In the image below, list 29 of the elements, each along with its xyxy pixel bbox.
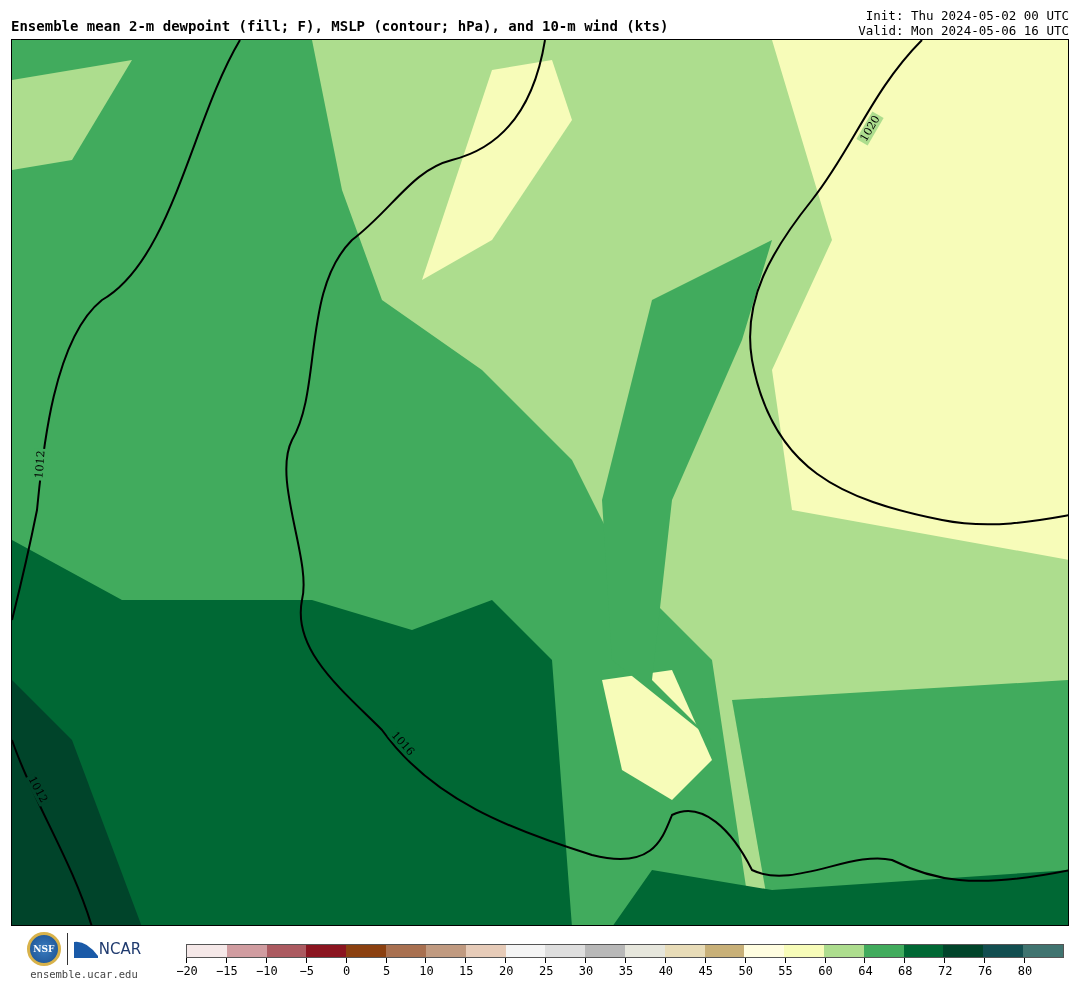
ncar-emblem-icon	[73, 940, 98, 958]
colorbar-label: 80	[1017, 964, 1033, 978]
colorbar-label: 72	[938, 964, 953, 978]
colorbar-label: 68	[898, 964, 913, 978]
colorbar-label: 76	[977, 964, 993, 978]
colorbar-label: 20	[499, 964, 514, 978]
website-url: ensemble.ucar.edu	[30, 968, 138, 980]
init-time: Init: Thu 2024-05-02 00 UTC	[865, 8, 1069, 23]
colorbar-label: 64	[858, 964, 873, 978]
colorbar-label: −20	[176, 964, 198, 978]
colorbar-label: 25	[538, 964, 554, 978]
valid-time: Valid: Mon 2024-05-06 16 UTC	[858, 23, 1069, 38]
colorbar-label: 15	[459, 964, 474, 978]
ncar-logo: NCAR	[98, 940, 142, 958]
colorbar-label: −10	[255, 964, 278, 978]
colorbar-label: 5	[382, 964, 391, 978]
colorbar-label: 45	[698, 964, 713, 978]
colorbar-label: −5	[299, 964, 314, 978]
colorbar-label: 10	[419, 964, 434, 978]
colorbar-label: 35	[618, 964, 634, 978]
colorbar-label: −15	[216, 964, 238, 978]
colorbar-label: 55	[778, 964, 793, 978]
chart-title: Ensemble mean 2-m dewpoint (fill; F), MSLP (contour; hPa), and 10-m wind (kts)	[11, 18, 669, 36]
colorbar-label: 30	[578, 964, 594, 978]
colorbar-label: 0	[343, 964, 351, 978]
nsf-logo: NSF	[26, 932, 61, 966]
colorbar-label: 50	[738, 964, 753, 978]
colorbar-label: 60	[818, 964, 833, 978]
colorbar-label: 40	[658, 964, 674, 978]
